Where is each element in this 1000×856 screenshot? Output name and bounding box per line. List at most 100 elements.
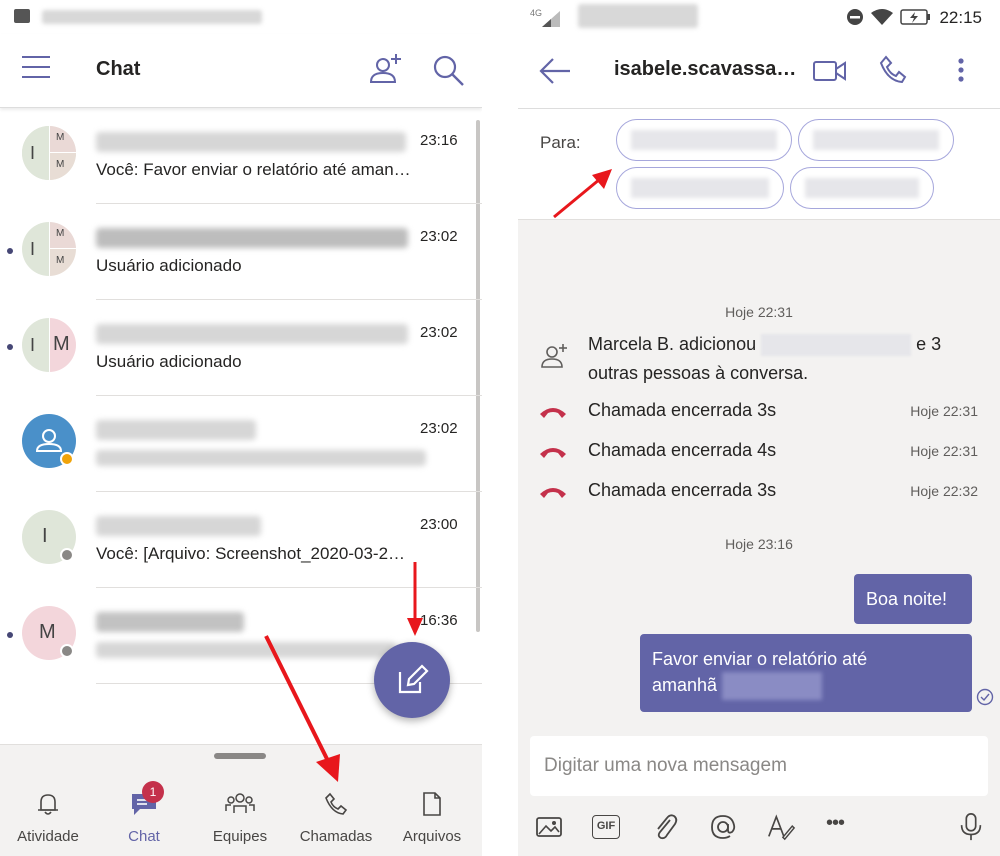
recipient-chip[interactable] <box>616 167 784 209</box>
timestamp: Hoje 22:31 <box>725 304 793 320</box>
system-message: Marcela B. adicionou e 3 outras pessoas … <box>588 334 942 383</box>
bottom-navigation: Atividade 1 Chat Equipes Chamadas Arquiv… <box>0 744 482 856</box>
compose-box[interactable] <box>530 736 988 796</box>
chat-list-item[interactable]: 23:02 <box>0 396 482 492</box>
status-bar <box>0 0 482 34</box>
attach-icon[interactable] <box>650 812 680 842</box>
panel-divider <box>482 0 518 856</box>
chat-name-blurred <box>96 516 261 536</box>
nav-teams[interactable]: Equipes <box>192 791 288 845</box>
notification-badge: 1 <box>142 781 164 803</box>
bell-icon <box>38 794 58 815</box>
chat-list-item[interactable]: I M M 23:02 Usuário adicionado <box>0 204 482 300</box>
chat-time: 23:02 <box>420 228 458 245</box>
redacted-name <box>761 334 912 357</box>
image-icon[interactable] <box>534 812 564 842</box>
add-person-icon <box>541 344 567 368</box>
nav-chat[interactable]: 1 Chat <box>96 781 192 845</box>
recipient-chip[interactable] <box>798 119 954 161</box>
drag-handle[interactable] <box>214 753 266 759</box>
recipient-chip[interactable] <box>790 167 934 209</box>
chat-list-item[interactable]: I 23:00 Você: [Arquivo: Screenshot_2020-… <box>0 492 482 588</box>
dnd-icon <box>847 9 863 25</box>
unread-indicator <box>7 248 13 254</box>
microphone-icon[interactable] <box>956 812 986 842</box>
call-end-icon <box>540 448 566 458</box>
chat-list-screen: Chat I M M 23:16 Você: Favor enviar o re… <box>0 0 482 856</box>
menu-icon[interactable] <box>22 56 50 78</box>
chat-preview-blurred <box>96 642 396 658</box>
add-person-icon[interactable] <box>366 52 404 88</box>
nav-files[interactable]: Arquivos <box>384 791 480 845</box>
wifi-icon <box>871 9 893 25</box>
gallery-icon <box>14 9 30 23</box>
signal-icon <box>542 11 560 27</box>
chat-list-item[interactable]: I M 23:02 Usuário adicionado <box>0 300 482 396</box>
chat-time: 23:00 <box>420 516 458 533</box>
chat-preview: Você: [Arquivo: Screenshot_2020-03-2… <box>96 544 406 563</box>
chat-time: 23:02 <box>420 420 458 437</box>
phone-icon <box>325 792 348 815</box>
more-icon[interactable]: ••• <box>826 812 856 842</box>
nav-calls[interactable]: Chamadas <box>288 791 384 845</box>
chat-time: 16:36 <box>420 612 458 629</box>
nav-activity[interactable]: Atividade <box>0 791 96 845</box>
conversation-screen: 4G 22:15 isabele.scavassa… Para: Hoje 22… <box>518 0 1000 856</box>
message-list: Hoje 22:31 Marcela B. adicionou e 3 outr… <box>518 220 1000 736</box>
away-status-icon <box>60 452 74 466</box>
recipient-chip[interactable] <box>616 119 792 161</box>
timestamp: Hoje 23:16 <box>725 536 793 552</box>
delivered-check-icon <box>976 688 994 706</box>
new-chat-button[interactable] <box>374 642 450 718</box>
call-end-icon <box>540 488 566 498</box>
status-bar: 4G 22:15 <box>518 0 1000 34</box>
clock: 22:15 <box>939 8 982 27</box>
call-end-icon <box>540 408 566 418</box>
avatar: I <box>22 510 76 564</box>
chat-preview: Usuário adicionado <box>96 352 242 371</box>
app-header: Chat <box>0 34 482 108</box>
chat-name-blurred <box>96 228 408 248</box>
avatar: I M M <box>22 222 76 276</box>
chat-name-blurred <box>96 324 408 344</box>
offline-status-icon <box>60 644 74 658</box>
chat-name-blurred <box>96 420 256 440</box>
mention-icon[interactable] <box>708 812 738 842</box>
avatar: I M M <box>22 126 76 180</box>
page-title: Chat <box>96 58 141 80</box>
compose-toolbar: GIF ••• <box>518 800 1000 856</box>
call-ended-message: Chamada encerrada 4s Hoje 22:31 <box>518 438 1000 468</box>
chat-preview: Você: Favor enviar o relatório até aman… <box>96 160 411 179</box>
chat-time: 23:02 <box>420 324 458 341</box>
avatar: I M <box>22 318 76 372</box>
annotation-arrow <box>553 169 612 219</box>
chat-list-item[interactable]: I M M 23:16 Você: Favor enviar o relatór… <box>0 108 482 204</box>
unread-indicator <box>7 632 13 638</box>
chat-time: 23:16 <box>420 132 458 149</box>
chat-name-blurred <box>96 132 406 152</box>
status-text-blurred <box>578 4 698 28</box>
chat-preview-blurred <box>96 450 426 466</box>
message-input[interactable] <box>544 750 964 782</box>
conversation-title[interactable]: isabele.scavassa… <box>614 58 796 81</box>
call-ended-message: Chamada encerrada 3s Hoje 22:32 <box>518 478 1000 508</box>
compose-icon <box>398 664 429 694</box>
audio-call-icon[interactable] <box>878 54 908 86</box>
offline-status-icon <box>60 548 74 562</box>
sent-message-bubble[interactable]: Favor enviar o relatório até amanhã <box>640 634 972 712</box>
sent-message-bubble[interactable]: Boa noite! <box>854 574 972 624</box>
back-arrow-icon[interactable] <box>538 56 572 86</box>
teams-icon <box>225 793 255 813</box>
video-call-icon[interactable] <box>812 58 848 84</box>
battery-icon <box>900 9 930 25</box>
format-icon[interactable] <box>766 812 796 842</box>
unread-indicator <box>7 344 13 350</box>
search-icon[interactable] <box>432 54 466 88</box>
notification-text-blurred <box>42 10 262 24</box>
conversation-header: isabele.scavassa… <box>518 34 1000 108</box>
gif-icon[interactable]: GIF <box>592 815 620 839</box>
chat-preview: Usuário adicionado <box>96 256 242 275</box>
more-options-icon[interactable] <box>954 56 968 86</box>
chat-name-blurred <box>96 612 244 632</box>
avatar: M <box>22 606 76 660</box>
